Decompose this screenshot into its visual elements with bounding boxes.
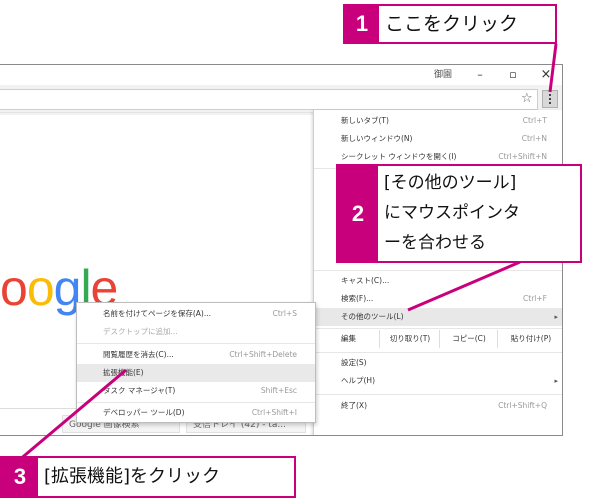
callout-text: [拡張機能]をクリック	[44, 466, 221, 487]
callout-step-3: 3 [拡張機能]をクリック	[0, 456, 296, 498]
callout-text-line: にマウスポインタ	[384, 203, 520, 223]
callout-step-1: 1 ここをクリック	[343, 4, 557, 44]
leader-line-2	[407, 260, 521, 312]
callout-step-2: 2 [その他のツール] にマウスポインタ ーを合わせる	[336, 164, 582, 263]
leader-line-1	[548, 43, 558, 93]
leader-line-3	[11, 368, 127, 468]
step-number: 3	[2, 458, 38, 496]
step-number: 2	[338, 166, 378, 261]
callout-text: ここをクリック	[385, 13, 519, 35]
callout-text-line: ーを合わせる	[384, 233, 486, 253]
callout-text-line: [その他のツール]	[384, 173, 517, 193]
step-number: 1	[345, 6, 379, 42]
